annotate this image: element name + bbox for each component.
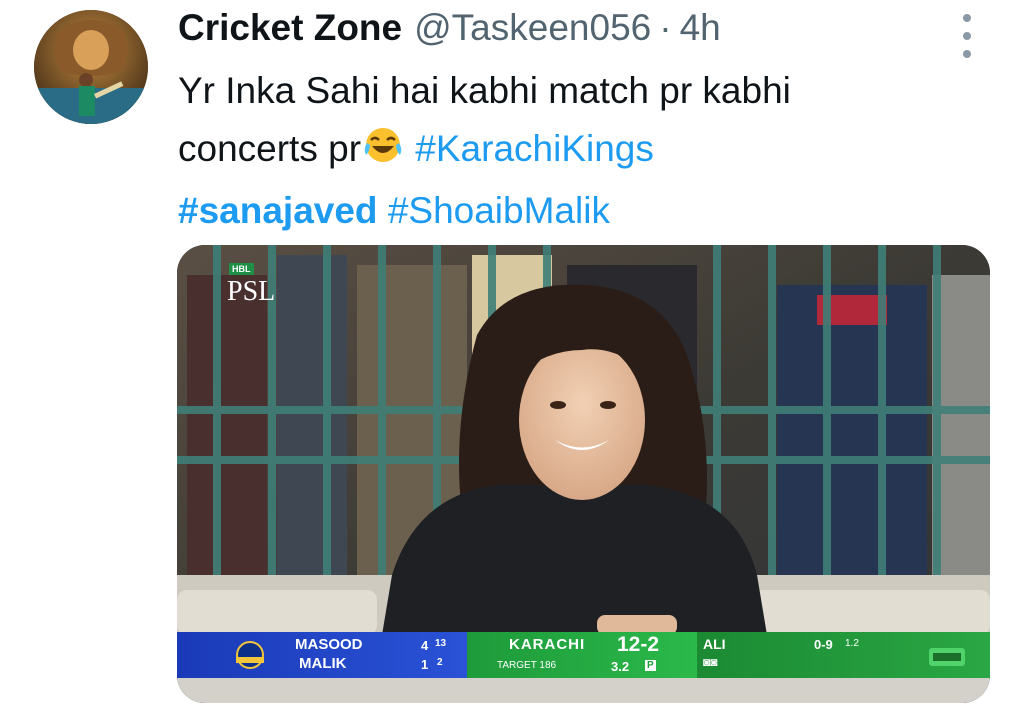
laughing-emoji-icon [361,124,405,182]
bowler-name: ALI [703,636,726,652]
batter-1-balls: 13 [435,638,447,649]
user-handle[interactable]: @Taskeen056 [414,7,651,49]
overs: 3.2 [611,659,630,674]
multan-sultans-logo-icon [929,648,965,666]
tweet-header: Cricket Zone @Taskeen056 · 4h [178,4,721,52]
avatar[interactable] [34,10,148,124]
batter-2-runs: 1 [421,657,429,672]
target: TARGET 186 [497,660,557,671]
tweet-text: Yr Inka Sahi hai kabhi match pr kabhi co… [178,62,978,240]
bowler-overs: 1.2 [845,638,859,649]
batter-1-runs: 4 [421,638,429,653]
display-name[interactable]: Cricket Zone [178,7,402,49]
more-options-icon[interactable] [955,14,979,58]
score-bar-batting: MASOOD MALIK 4 13 1 2 [177,632,467,678]
ball-indicator-icon: ◙◙ [703,655,718,669]
separator-dot: · [659,7,672,48]
powerplay-badge: P [645,660,656,671]
bottom-strip [177,678,990,703]
tweet-media-image[interactable]: HBL PSL MASOOD MALIK 4 13 1 2 KARACHI 12… [177,245,990,703]
hashtag-sanajaved[interactable]: #sanajaved [178,190,378,231]
batter-2-name: MALIK [299,655,347,672]
bowler-figures: 0-9 [814,637,833,652]
tweet-text-line-2: concerts pr [178,128,362,169]
tweet-text-line-1: Yr Inka Sahi hai kabhi match pr kabhi [178,70,791,111]
score-bar: MASOOD MALIK 4 13 1 2 KARACHI 12-2 TARGE… [177,632,990,678]
score-bar-bowling: ALI ◙◙ 0-9 1.2 [697,632,990,678]
avatar-image [34,10,148,124]
hashtag-karachikings[interactable]: #KarachiKings [415,128,654,169]
batter-2-balls: 2 [437,657,443,668]
timestamp[interactable]: 4h [680,7,721,49]
hashtag-shoaibmalik[interactable]: #ShoaibMalik [388,190,610,231]
team-score: 12-2 [617,633,660,656]
score-bar-team: KARACHI 12-2 TARGET 186 3.2 P [467,632,697,678]
batter-1-name: MASOOD [295,636,363,653]
karachi-kings-logo-icon [236,641,264,669]
psl-logo: HBL PSL [227,263,276,307]
team-name: KARACHI [509,636,586,653]
